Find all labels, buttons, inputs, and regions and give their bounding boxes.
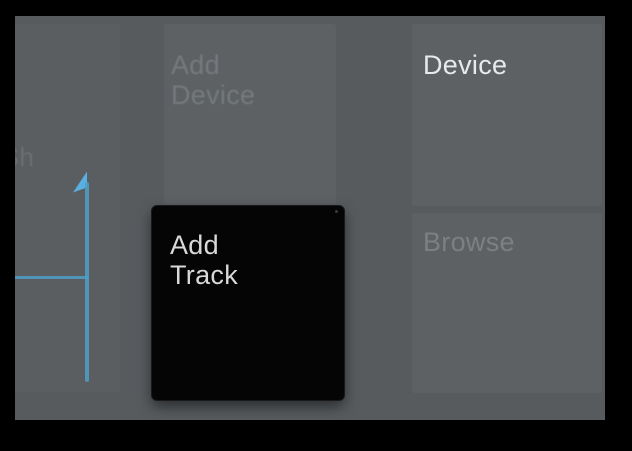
add-track-label: Add Track xyxy=(170,230,238,290)
pad-partial-label: ow-Sh xyxy=(15,142,35,172)
pad-partial-left[interactable]: ow-Sh xyxy=(15,24,120,392)
browse-label: Browse xyxy=(423,227,515,257)
add-track-pad[interactable]: Add Track xyxy=(152,206,344,400)
add-device-label: Add Device xyxy=(171,50,256,110)
device-pad[interactable]: Device xyxy=(412,24,602,206)
meter-vertical-line xyxy=(85,182,89,382)
corner-dot xyxy=(335,210,338,213)
add-device-pad[interactable]: Add Device xyxy=(164,24,336,204)
browse-pad[interactable]: Browse xyxy=(412,213,602,393)
meter-horizontal-line xyxy=(15,276,89,279)
controller-surface: ow-Sh Add Device Device Browse Add Track xyxy=(15,16,605,420)
device-label: Device xyxy=(423,50,508,80)
